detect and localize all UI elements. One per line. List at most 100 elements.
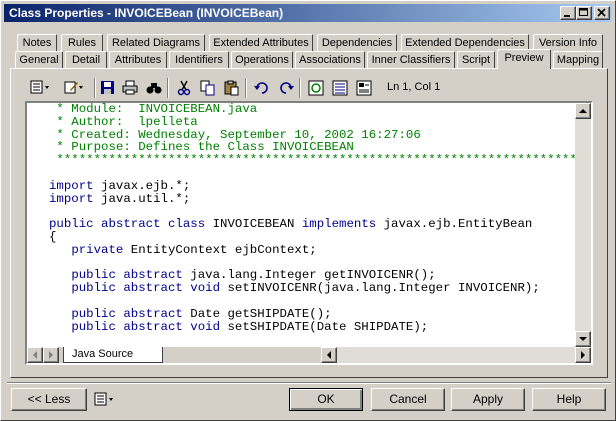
tab-mapping[interactable]: Mapping — [553, 51, 603, 69]
tab-preview[interactable]: Preview — [497, 49, 551, 69]
horizontal-scrollbar[interactable] — [337, 347, 575, 363]
paste-button[interactable] — [221, 77, 243, 99]
tab-dependencies[interactable]: Dependencies — [317, 34, 397, 52]
less-button[interactable]: << Less — [11, 388, 87, 411]
code-token: java.util.*; — [93, 191, 191, 206]
tab-inner-classifiers[interactable]: Inner Classifiers — [367, 51, 455, 69]
tab-java-source[interactable]: Java Source — [63, 347, 163, 363]
horizontal-scroll-row: Java Source — [27, 347, 591, 363]
arrow-right-icon — [49, 351, 53, 359]
title-bar[interactable]: Class Properties - INVOICEBean (INVOICEB… — [4, 4, 612, 22]
scroll-right-button[interactable] — [575, 347, 591, 363]
find-button[interactable] — [143, 77, 165, 99]
properties-menu-button[interactable] — [27, 77, 49, 99]
tab-associations[interactable]: Associations — [295, 51, 365, 69]
redo-icon — [280, 82, 294, 94]
select-all-icon — [332, 80, 348, 96]
code-line: public abstract void setINVOICENR(java.l… — [49, 282, 575, 295]
code-token: setINVOICENR(java.lang.Integer INVOICENR… — [220, 281, 540, 296]
undo-icon — [254, 82, 268, 94]
tab-attributes[interactable]: Attributes — [109, 51, 167, 69]
button-divider — [7, 382, 611, 384]
edit-menu-button[interactable] — [61, 77, 83, 99]
toolbar-separator — [167, 78, 169, 98]
copy-button[interactable] — [197, 77, 219, 99]
tab-extended-attributes[interactable]: Extended Attributes — [209, 34, 313, 52]
properties-menu-button-bottom[interactable] — [91, 389, 113, 411]
code-token: INVOICEBEAN — [205, 217, 302, 232]
ok-button[interactable]: OK — [289, 388, 363, 411]
print-icon — [122, 80, 138, 95]
cut-button[interactable] — [173, 77, 195, 99]
tab-notes[interactable]: Notes — [17, 34, 57, 52]
code-token: EntityContext ejbContext; — [123, 242, 317, 257]
tab-related-diagrams[interactable]: Related Diagrams — [107, 34, 205, 52]
maximize-icon — [579, 8, 588, 16]
code-line: import java.util.*; — [49, 191, 575, 206]
properties-menu-icon — [30, 80, 49, 94]
vertical-scrollbar[interactable] — [575, 103, 591, 347]
code-line: ****************************************… — [49, 154, 575, 167]
code-keyword: public abstract void — [71, 281, 221, 296]
tab-rules[interactable]: Rules — [61, 34, 103, 52]
code-line: public abstract class INVOICEBEAN implem… — [49, 218, 575, 231]
cancel-button[interactable]: Cancel — [371, 388, 445, 411]
arrow-up-icon — [579, 109, 587, 113]
toolbar-separator — [245, 78, 247, 98]
tab-script[interactable]: Script — [457, 51, 495, 69]
redo-button[interactable] — [275, 77, 297, 99]
code-comment: ****************************************… — [49, 153, 575, 168]
arrow-left-icon — [327, 351, 331, 359]
tab-operations[interactable]: Operations — [231, 51, 293, 69]
code-token: setSHIPDATE(Date SHIPDATE); — [220, 319, 429, 334]
close-button[interactable] — [594, 6, 610, 20]
maximize-button[interactable] — [576, 6, 592, 20]
window-title: Class Properties - INVOICEBean (INVOICEB… — [9, 6, 284, 20]
toolbar-separator — [94, 78, 96, 98]
properties-menu-icon — [94, 392, 113, 406]
code-editor[interactable]: * Module: INVOICEBEAN.java * Author: lpe… — [25, 101, 593, 365]
cursor-position: Ln 1, Col 1 — [387, 81, 441, 93]
scroll-up-button[interactable] — [575, 103, 591, 119]
toolbar-separator — [299, 78, 301, 98]
select-all-button[interactable] — [329, 77, 351, 99]
minimize-icon — [564, 15, 570, 17]
tab-identifiers[interactable]: Identifiers — [169, 51, 229, 69]
close-icon — [597, 8, 606, 17]
arrow-down-icon — [579, 337, 587, 341]
tab-detail[interactable]: Detail — [65, 51, 107, 69]
code-keyword: import — [49, 191, 94, 206]
cut-icon — [177, 80, 191, 96]
insert-button[interactable] — [353, 77, 375, 99]
arrow-right-icon — [581, 351, 585, 359]
copy-icon — [200, 80, 215, 96]
tab-general[interactable]: General — [15, 51, 63, 69]
edit-menu-icon — [64, 81, 83, 94]
help-button[interactable]: Help — [532, 388, 606, 411]
apply-button[interactable]: Apply — [451, 388, 525, 411]
tab-scroll-left-button[interactable] — [27, 347, 43, 363]
scroll-down-button[interactable] — [575, 331, 591, 347]
code-keyword: private — [71, 242, 124, 257]
code-line: private EntityContext ejbContext; — [49, 242, 575, 257]
code-line: public abstract void setSHIPDATE(Date SH… — [49, 319, 575, 334]
insert-icon — [356, 80, 372, 96]
refresh-button[interactable] — [305, 77, 327, 99]
code-token: javax.ejb.EntityBean — [376, 217, 533, 232]
find-icon — [146, 83, 162, 94]
minimize-button[interactable] — [560, 6, 576, 20]
undo-button[interactable] — [251, 77, 273, 99]
scroll-left-button[interactable] — [321, 347, 337, 363]
class-properties-window: Class Properties - INVOICEBean (INVOICEB… — [0, 0, 616, 421]
code-text[interactable]: * Module: INVOICEBEAN.java * Author: lpe… — [49, 103, 575, 347]
code-keyword: public abstract class — [49, 217, 206, 232]
print-button[interactable] — [119, 77, 141, 99]
code-keyword: implements — [301, 217, 377, 232]
tab-scroll-right-button[interactable] — [43, 347, 59, 363]
refresh-icon — [308, 80, 324, 96]
save-button[interactable] — [97, 77, 119, 99]
paste-icon — [224, 80, 239, 96]
